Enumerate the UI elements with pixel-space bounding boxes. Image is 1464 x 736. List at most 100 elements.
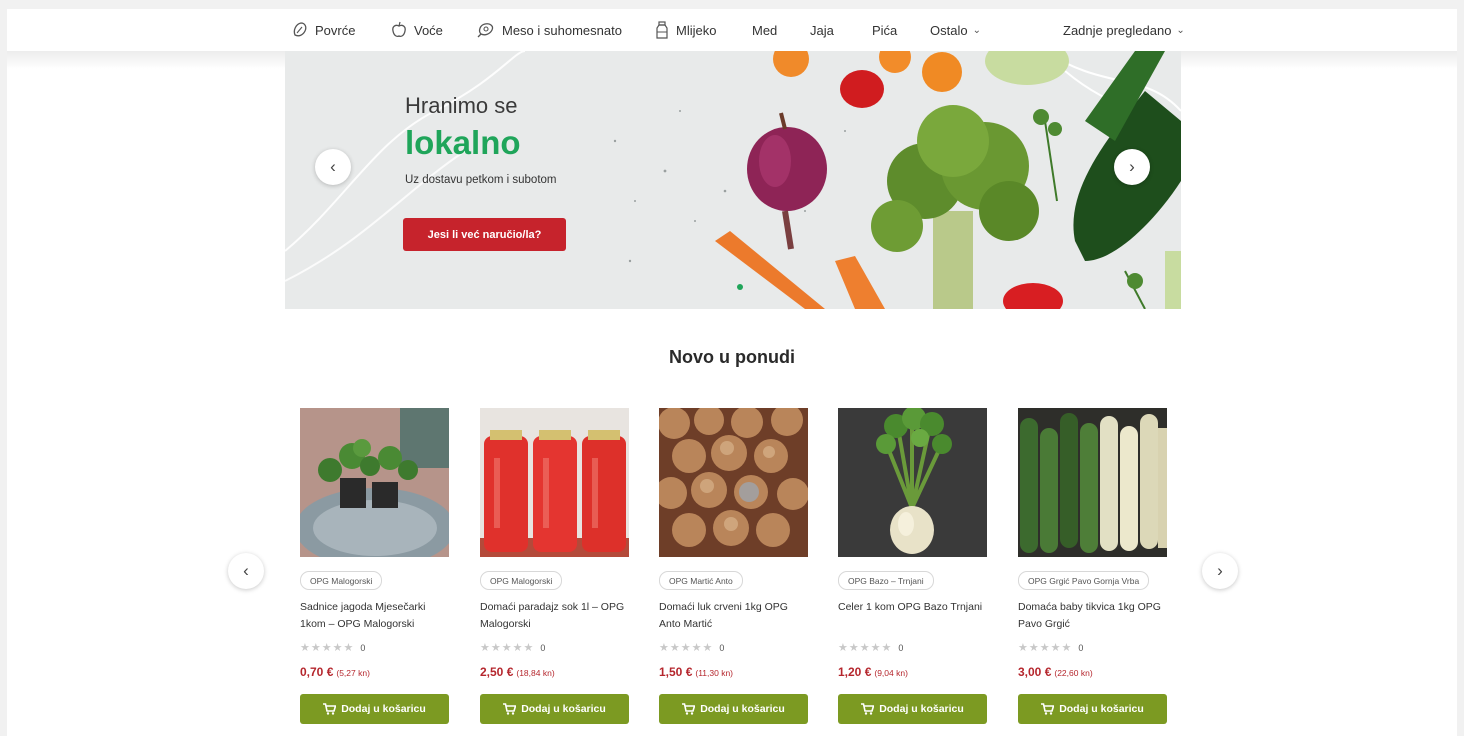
rating-count: 0 — [898, 642, 904, 653]
add-to-cart-label: Dodaj u košaricu — [1059, 703, 1144, 715]
product-name[interactable]: Celer 1 kom OPG Bazo Trnjani — [838, 599, 987, 616]
seller-badge[interactable]: OPG Grgić Pavo Gornja Vrba — [1018, 571, 1150, 590]
nav-label: Pića — [872, 22, 898, 38]
nav-label: Meso i suhomesnato — [502, 22, 622, 38]
product-image-tomato-juice[interactable] — [480, 408, 629, 557]
seller-badge[interactable]: OPG Bazo – Trnjani — [838, 571, 934, 590]
product-rating: ★★★★★ 0 — [300, 641, 365, 654]
nav-item-mlijeko[interactable]: Mlijeko — [654, 9, 716, 51]
cart-icon — [323, 703, 337, 715]
product-price: 3,00 € (22,60 kn) — [1018, 665, 1093, 679]
seller-badge[interactable]: OPG Malogorski — [480, 571, 563, 590]
hero-banner: Hranimo se lokalno Uz dostavu petkom i s… — [285, 51, 1181, 309]
recently-viewed-label: Zadnje pregledano — [1063, 22, 1172, 38]
hero-next-button[interactable]: › — [1114, 149, 1150, 185]
price-eur: 3,00 € — [1018, 665, 1052, 679]
product-name[interactable]: Domaći luk crveni 1kg OPG Anto Martić — [659, 599, 808, 633]
nav-item-jaja[interactable]: Jaja — [810, 9, 834, 51]
chevron-left-icon: ‹ — [243, 561, 249, 580]
cart-icon — [1041, 703, 1055, 715]
product-name[interactable]: Sadnice jagoda Mjesečarki 1kom – OPG Mal… — [300, 599, 449, 633]
price-eur: 1,20 € — [838, 665, 872, 679]
price-eur: 0,70 € — [300, 665, 334, 679]
product-image-strawberry-seedlings[interactable] — [300, 408, 449, 557]
star-rating-icon: ★★★★★ — [838, 642, 893, 654]
carousel-dot-active[interactable] — [737, 284, 743, 290]
hero-prev-button[interactable]: ‹ — [315, 149, 351, 185]
add-to-cart-label: Dodaj u košaricu — [341, 703, 426, 715]
hero-cta-button[interactable]: Jesi li već naručio/la? — [403, 218, 566, 251]
product-card: OPG Malogorski Sadnice jagoda Mjesečarki… — [300, 408, 449, 728]
add-to-cart-button[interactable]: Dodaj u košaricu — [300, 694, 449, 724]
chevron-down-icon: ⌄ — [972, 24, 981, 36]
price-kn: (9,04 kn) — [874, 668, 908, 678]
meat-icon — [477, 23, 494, 38]
product-rating: ★★★★★ 0 — [659, 641, 724, 654]
products-next-button[interactable]: › — [1202, 553, 1238, 589]
price-kn: (18,84 kn) — [516, 668, 555, 678]
seller-badge[interactable]: OPG Malogorski — [300, 571, 383, 590]
product-rating: ★★★★★ 0 — [1018, 641, 1083, 654]
hero-title-line2: lokalno — [405, 124, 521, 161]
add-to-cart-button[interactable]: Dodaj u košaricu — [838, 694, 987, 724]
nav-item-voce[interactable]: Voće — [390, 9, 443, 51]
star-rating-icon: ★★★★★ — [300, 642, 355, 654]
product-name[interactable]: Domaći paradajz sok 1l – OPG Malogorski — [480, 599, 629, 633]
product-name[interactable]: Domaća baby tikvica 1kg OPG Pavo Grgić — [1018, 599, 1167, 633]
star-rating-icon: ★★★★★ — [1018, 642, 1073, 654]
chevron-right-icon: › — [1217, 561, 1223, 580]
star-rating-icon: ★★★★★ — [480, 642, 535, 654]
cart-icon — [682, 703, 696, 715]
price-kn: (22,60 kn) — [1054, 668, 1093, 678]
chevron-down-icon: ⌄ — [1176, 24, 1185, 36]
add-to-cart-label: Dodaj u košaricu — [879, 703, 964, 715]
product-rating: ★★★★★ 0 — [838, 641, 903, 654]
add-to-cart-button[interactable]: Dodaj u košaricu — [1018, 694, 1167, 724]
product-card: OPG Martić Anto Domaći luk crveni 1kg OP… — [659, 408, 808, 728]
rating-count: 0 — [540, 642, 546, 653]
hero-title-line1: Hranimo se — [405, 93, 518, 118]
add-to-cart-label: Dodaj u košaricu — [700, 703, 785, 715]
section-title: Novo u ponudi — [669, 347, 795, 367]
recently-viewed-dropdown[interactable]: Zadnje pregledano ⌄ — [1063, 9, 1185, 51]
nav-label: Ostalo — [930, 22, 968, 38]
products-prev-button[interactable]: ‹ — [228, 553, 264, 589]
product-image-onions[interactable] — [659, 408, 808, 557]
star-rating-icon: ★★★★★ — [659, 642, 714, 654]
hero-subtitle: Uz dostavu petkom i subotom — [405, 174, 557, 186]
nav-item-ostalo[interactable]: Ostalo ⌄ — [930, 9, 981, 51]
top-navigation: Povrće Voće Meso i suhomesnato Mlijeko M… — [7, 9, 1457, 51]
price-kn: (11,30 kn) — [695, 668, 734, 678]
product-price: 0,70 € (5,27 kn) — [300, 665, 370, 679]
rating-count: 0 — [1078, 642, 1084, 653]
rating-count: 0 — [360, 642, 366, 653]
page-frame: Povrće Voće Meso i suhomesnato Mlijeko M… — [7, 9, 1457, 736]
price-eur: 2,50 € — [480, 665, 514, 679]
nav-item-med[interactable]: Med — [752, 9, 777, 51]
apple-icon — [392, 21, 406, 37]
milk-bottle-icon — [656, 21, 668, 39]
nav-item-povrce[interactable]: Povrće — [291, 9, 355, 51]
cart-icon — [503, 703, 517, 715]
price-eur: 1,50 € — [659, 665, 693, 679]
rating-count: 0 — [719, 642, 725, 653]
add-to-cart-button[interactable]: Dodaj u košaricu — [480, 694, 629, 724]
nav-label: Voće — [414, 22, 443, 38]
nav-label: Med — [752, 22, 778, 38]
nav-item-pica[interactable]: Pića — [872, 9, 897, 51]
vegetable-icon — [293, 22, 307, 37]
product-price: 2,50 € (18,84 kn) — [480, 665, 555, 679]
product-price: 1,20 € (9,04 kn) — [838, 665, 908, 679]
cart-icon — [861, 703, 875, 715]
product-price: 1,50 € (11,30 kn) — [659, 665, 733, 679]
nav-label: Mlijeko — [676, 22, 717, 38]
seller-badge[interactable]: OPG Martić Anto — [659, 571, 743, 590]
add-to-cart-label: Dodaj u košaricu — [521, 703, 606, 715]
price-kn: (5,27 kn) — [336, 668, 370, 678]
product-rating: ★★★★★ 0 — [480, 641, 545, 654]
nav-item-meso[interactable]: Meso i suhomesnato — [476, 9, 622, 51]
product-image-celery[interactable] — [838, 408, 987, 557]
product-image-baby-zucchini[interactable] — [1018, 408, 1167, 557]
add-to-cart-button[interactable]: Dodaj u košaricu — [659, 694, 808, 724]
product-card: OPG Bazo – Trnjani Celer 1 kom OPG Bazo … — [838, 408, 987, 728]
